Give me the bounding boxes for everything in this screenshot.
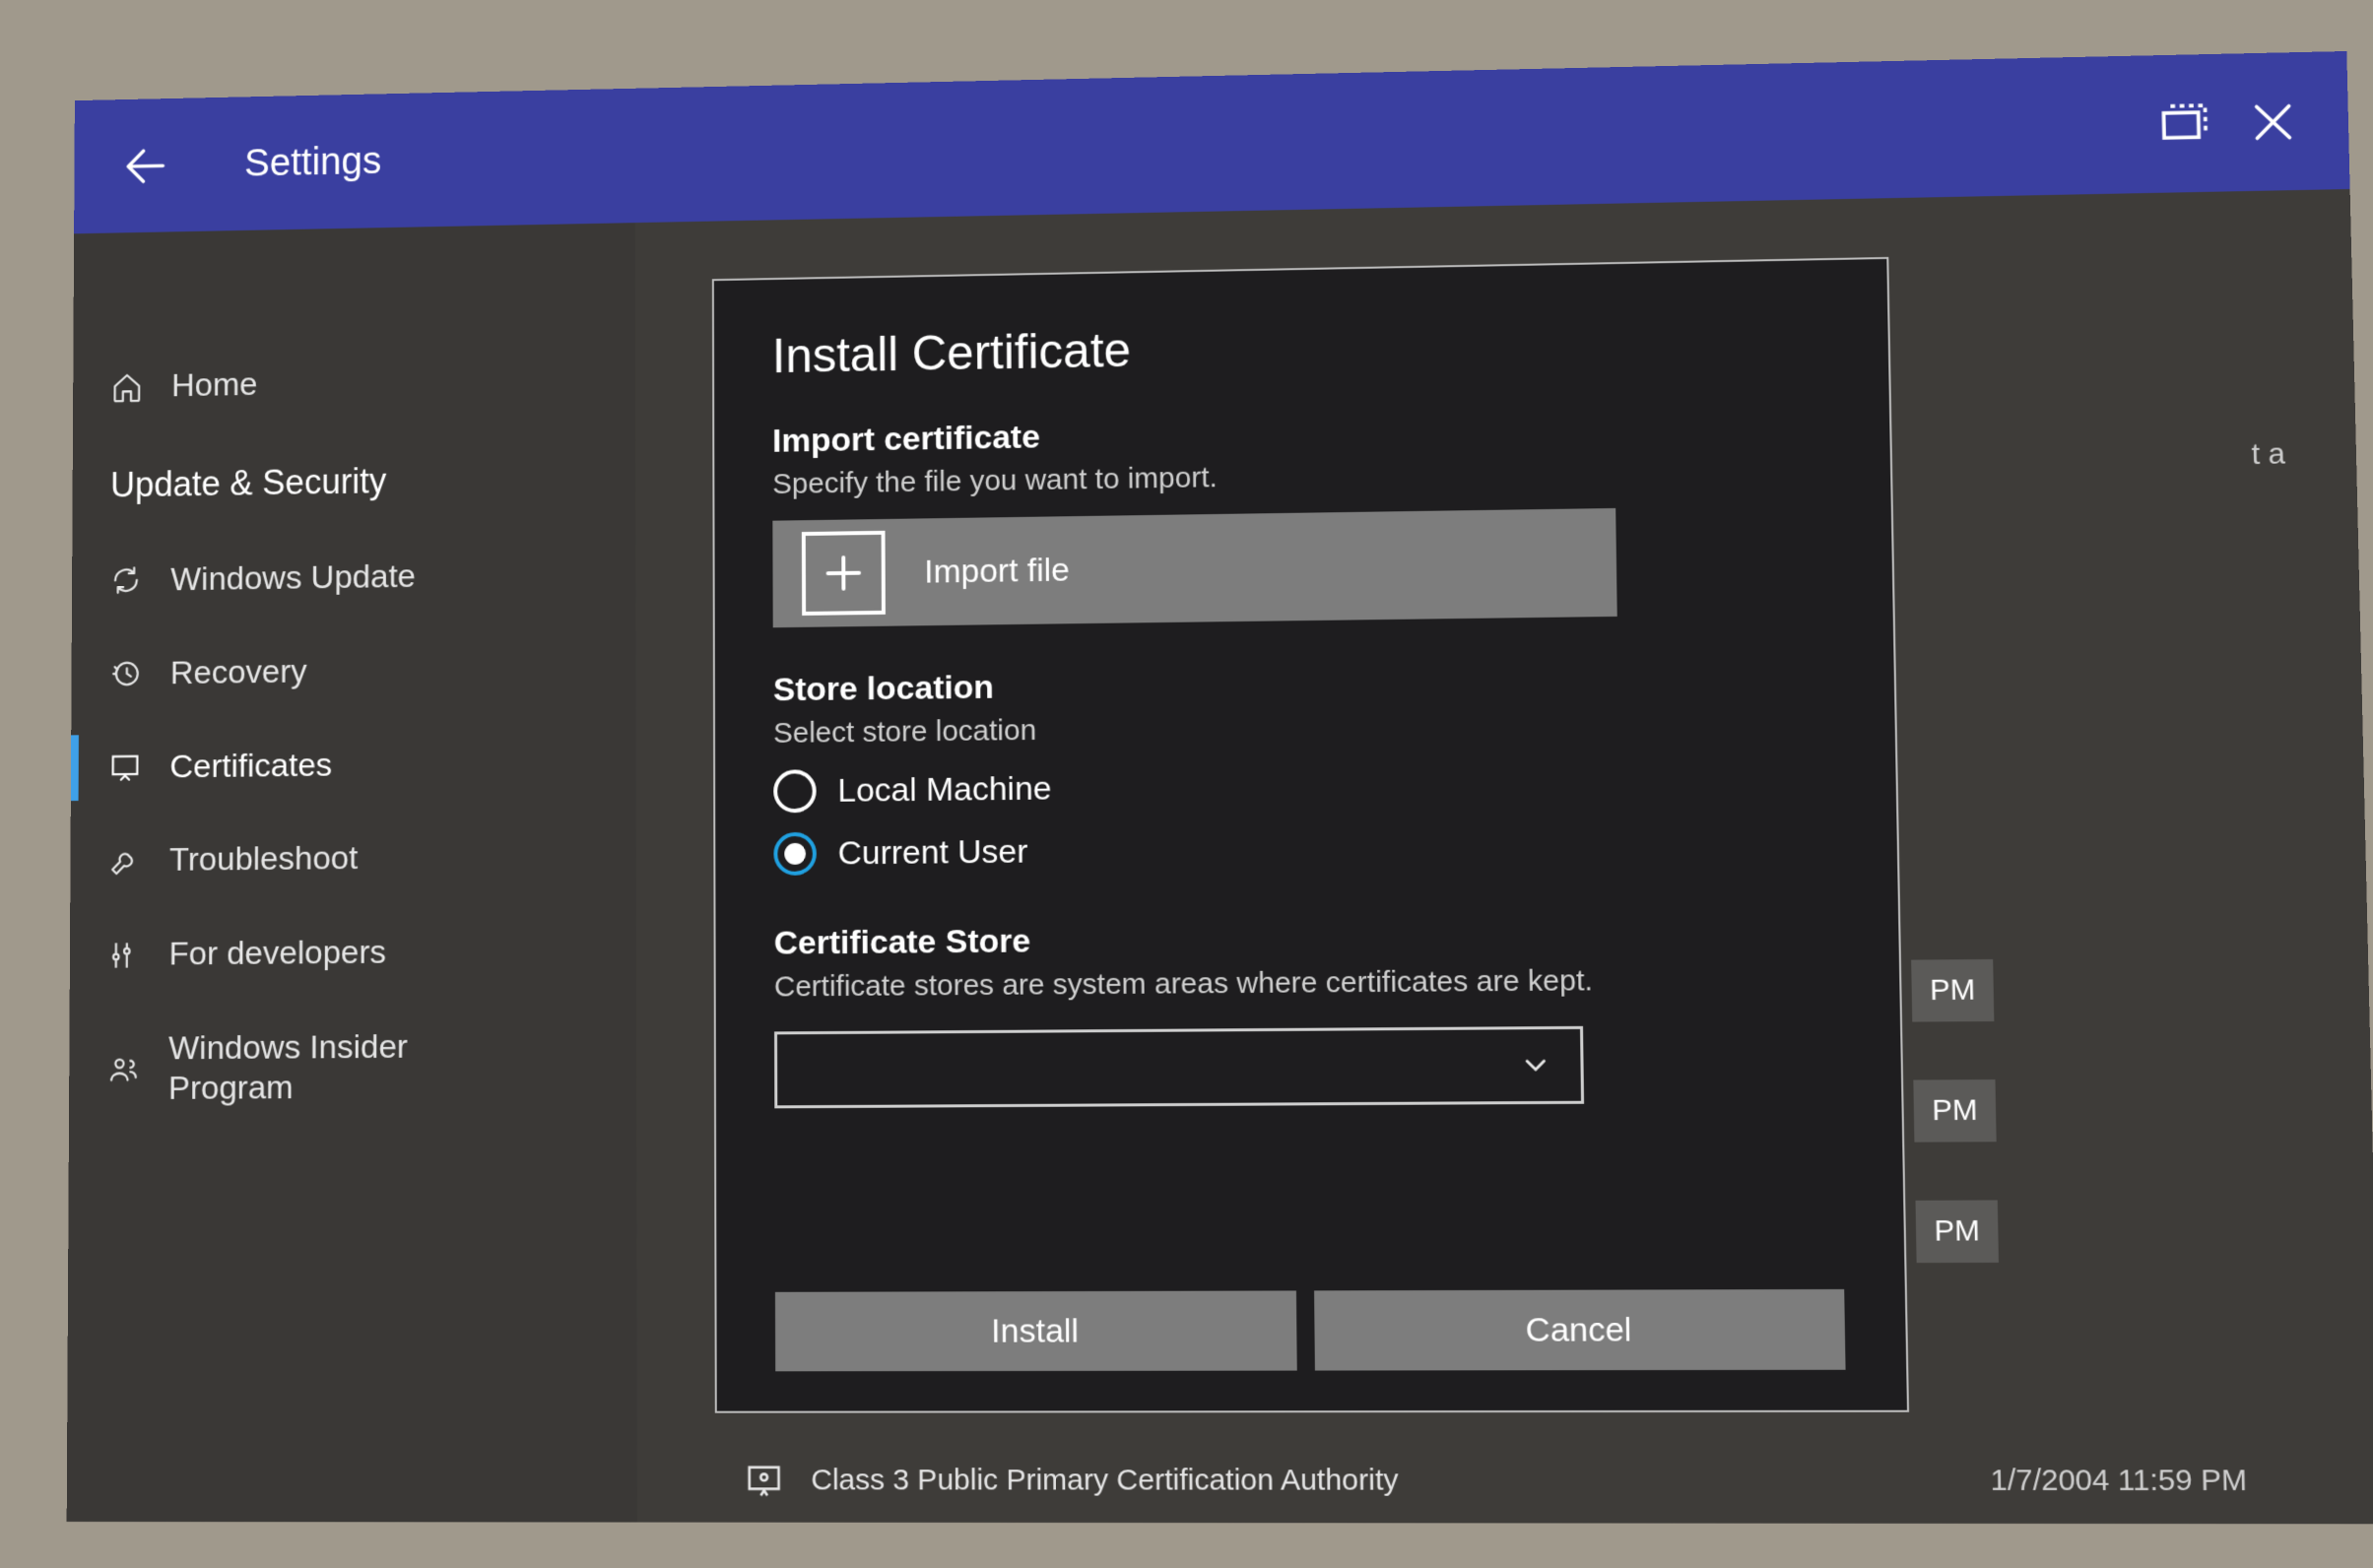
- certificate-icon: [109, 751, 142, 784]
- window-icon: [2153, 96, 2209, 151]
- dialog-title: Install Certificate: [772, 309, 1829, 384]
- sidebar-item-label: Recovery: [170, 652, 307, 693]
- cert-store-title: Certificate Store: [774, 916, 1839, 963]
- cert-row-date: 1/7/2004 11:59 PM: [1990, 1464, 2340, 1498]
- window-title: Settings: [244, 139, 381, 184]
- sync-icon: [109, 564, 142, 598]
- sidebar-item-label: Troubleshoot: [169, 839, 359, 881]
- cert-store-dropdown[interactable]: [774, 1026, 1584, 1109]
- background-timestamp-pm: PM: [1916, 1200, 1999, 1263]
- sidebar-item-troubleshoot[interactable]: Troubleshoot: [70, 809, 636, 908]
- sidebar-home-label: Home: [171, 366, 257, 405]
- content-area: Home Update & Security Windows Update Re…: [67, 189, 2373, 1524]
- back-button[interactable]: [102, 122, 188, 210]
- radio-current-user[interactable]: Current User: [773, 822, 1837, 876]
- sidebar-item-label: Windows Insider Program: [168, 1026, 476, 1108]
- sidebar-item-recovery[interactable]: Recovery: [71, 621, 635, 721]
- home-icon: [111, 370, 144, 404]
- tools-icon: [108, 939, 141, 972]
- plus-box: [802, 531, 886, 616]
- background-timestamp-pm: PM: [1911, 959, 1994, 1022]
- sidebar-item-windows-insider[interactable]: Windows Insider Program: [69, 998, 636, 1136]
- install-certificate-dialog: Install Certificate Import certificate S…: [712, 257, 1909, 1413]
- certificate-icon: [745, 1461, 784, 1500]
- sidebar: Home Update & Security Windows Update Re…: [67, 223, 637, 1522]
- main-panel: t a PM PM PM Install Certificate Import …: [635, 189, 2373, 1524]
- radio-label: Current User: [838, 832, 1028, 873]
- cancel-button[interactable]: Cancel: [1314, 1289, 1845, 1371]
- dialog-button-row: Install Cancel: [775, 1289, 1846, 1371]
- install-button[interactable]: Install: [775, 1290, 1297, 1371]
- window: Settings Home Update & Security Windows …: [67, 51, 2373, 1554]
- close-button[interactable]: [2226, 77, 2319, 167]
- sidebar-item-for-developers[interactable]: For developers: [70, 903, 636, 1002]
- sidebar-item-label: Certificates: [169, 746, 332, 787]
- cert-store-subtitle: Certificate stores are system areas wher…: [774, 962, 1839, 1004]
- sidebar-item-label: Windows Update: [170, 556, 416, 599]
- import-file-label: Import file: [924, 551, 1070, 591]
- radio-icon: [773, 832, 817, 876]
- close-icon: [2244, 94, 2301, 149]
- sidebar-item-label: For developers: [168, 933, 386, 974]
- radio-local-machine[interactable]: Local Machine: [773, 758, 1836, 813]
- plus-icon: [821, 550, 867, 597]
- wrench-icon: [108, 844, 141, 878]
- store-location-subtitle: Select store location: [773, 705, 1835, 751]
- arrow-left-icon: [119, 139, 171, 192]
- radio-icon: [773, 769, 817, 813]
- sidebar-item-windows-update[interactable]: Windows Update: [72, 527, 635, 628]
- cert-row-name: Class 3 Public Primary Certification Aut…: [811, 1464, 1399, 1498]
- radio-label: Local Machine: [837, 769, 1051, 810]
- import-section-subtitle: Specify the file you want to import.: [772, 452, 1830, 501]
- import-file-button[interactable]: Import file: [772, 508, 1616, 627]
- store-location-title: Store location: [773, 658, 1834, 709]
- background-text-fragment: t a: [2251, 437, 2285, 472]
- window-mode-button[interactable]: [2136, 79, 2228, 169]
- cert-list-row[interactable]: Class 3 Public Primary Certification Aut…: [745, 1461, 2340, 1501]
- people-icon: [107, 1052, 140, 1085]
- background-timestamp-pm: PM: [1913, 1079, 1996, 1143]
- sidebar-item-home[interactable]: Home: [73, 338, 635, 427]
- history-icon: [109, 657, 142, 690]
- sidebar-section-title: Update & Security: [72, 419, 635, 535]
- chevron-down-icon: [1518, 1048, 1552, 1082]
- sidebar-item-certificates[interactable]: Certificates: [71, 715, 636, 816]
- import-section-title: Import certificate: [772, 406, 1830, 461]
